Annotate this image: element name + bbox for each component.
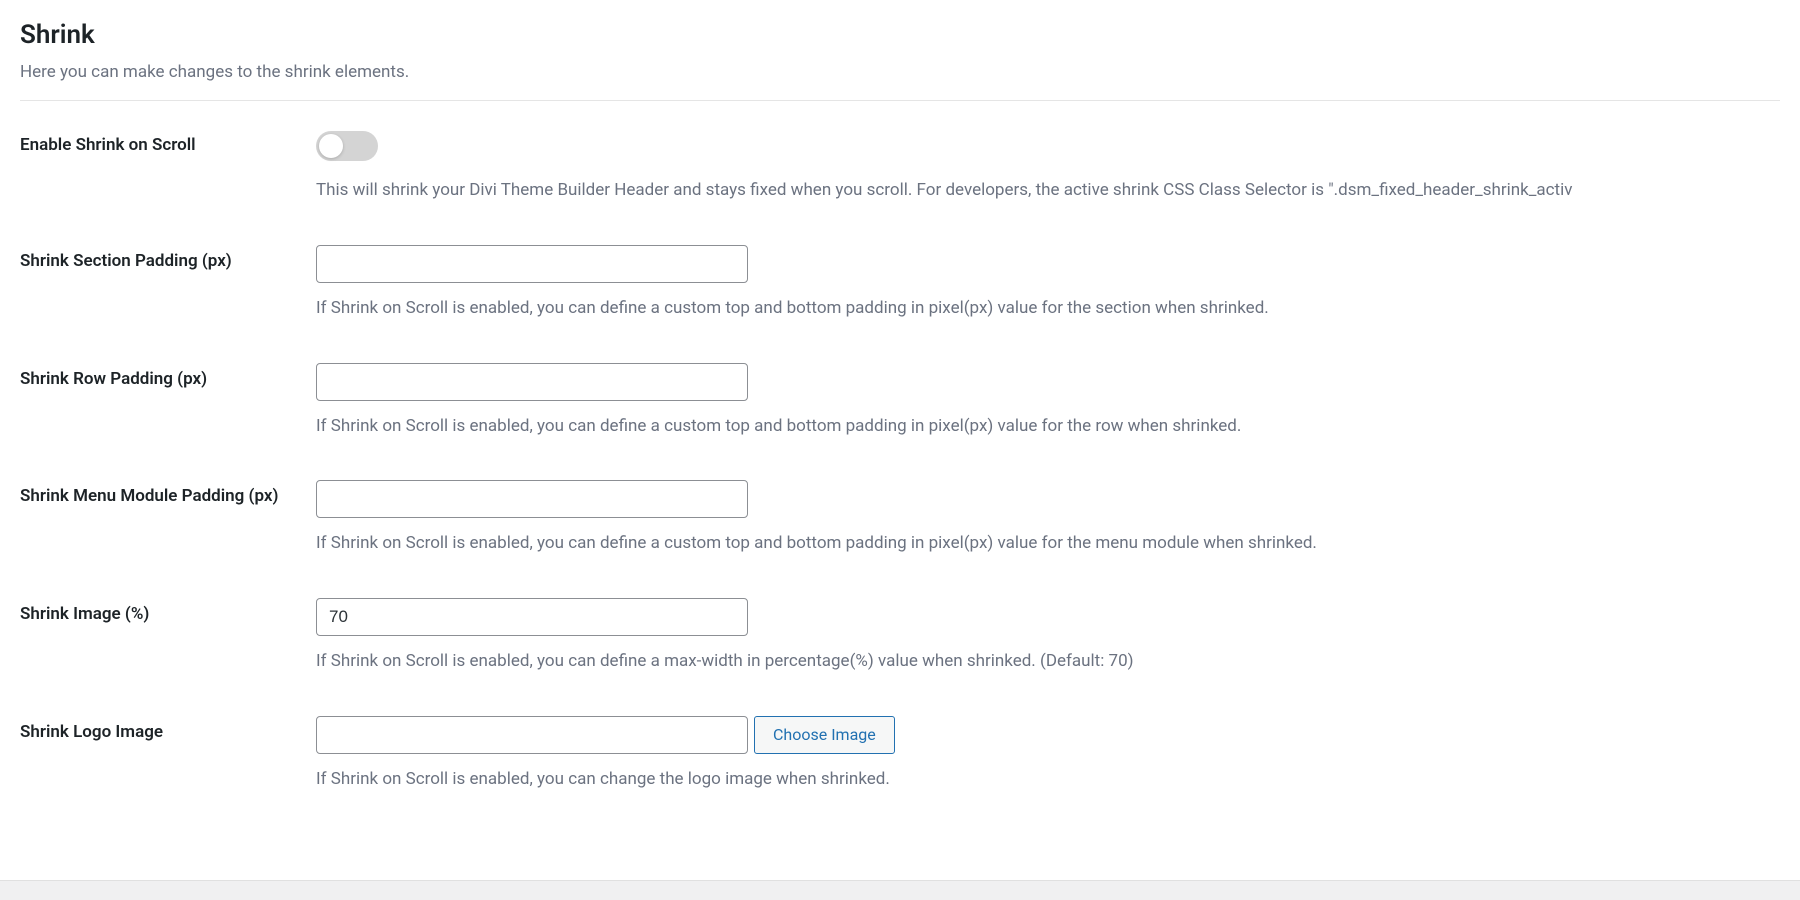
field-shrink-image: Shrink Image (%) If Shrink on Scroll is … xyxy=(20,598,1780,674)
description-row-padding: If Shrink on Scroll is enabled, you can … xyxy=(316,415,1780,439)
control-wrap-shrink-image: If Shrink on Scroll is enabled, you can … xyxy=(316,598,1780,674)
field-logo-image: Shrink Logo Image Choose Image If Shrink… xyxy=(20,716,1780,792)
field-section-padding: Shrink Section Padding (px) If Shrink on… xyxy=(20,245,1780,321)
input-shrink-image[interactable] xyxy=(316,598,748,636)
label-row-padding: Shrink Row Padding (px) xyxy=(20,363,316,389)
label-menu-padding: Shrink Menu Module Padding (px) xyxy=(20,480,316,506)
description-menu-padding: If Shrink on Scroll is enabled, you can … xyxy=(316,532,1780,556)
toggle-knob xyxy=(319,134,343,158)
control-wrap-section-padding: If Shrink on Scroll is enabled, you can … xyxy=(316,245,1780,321)
field-menu-padding: Shrink Menu Module Padding (px) If Shrin… xyxy=(20,480,1780,556)
field-row-padding: Shrink Row Padding (px) If Shrink on Scr… xyxy=(20,363,1780,439)
control-wrap-menu-padding: If Shrink on Scroll is enabled, you can … xyxy=(316,480,1780,556)
description-enable-shrink: This will shrink your Divi Theme Builder… xyxy=(316,179,1780,203)
bottom-bar xyxy=(0,880,1800,900)
control-wrap-row-padding: If Shrink on Scroll is enabled, you can … xyxy=(316,363,1780,439)
section-title: Shrink xyxy=(20,20,1780,50)
input-menu-padding[interactable] xyxy=(316,480,748,518)
label-enable-shrink: Enable Shrink on Scroll xyxy=(20,129,316,155)
description-logo-image: If Shrink on Scroll is enabled, you can … xyxy=(316,768,1780,792)
choose-image-button[interactable]: Choose Image xyxy=(754,716,895,754)
control-wrap-enable-shrink: This will shrink your Divi Theme Builder… xyxy=(316,129,1780,203)
label-logo-image: Shrink Logo Image xyxy=(20,716,316,742)
input-logo-image[interactable] xyxy=(316,716,748,754)
description-section-padding: If Shrink on Scroll is enabled, you can … xyxy=(316,297,1780,321)
section-description: Here you can make changes to the shrink … xyxy=(20,62,1780,82)
input-section-padding[interactable] xyxy=(316,245,748,283)
label-shrink-image: Shrink Image (%) xyxy=(20,598,316,624)
input-row-padding[interactable] xyxy=(316,363,748,401)
control-wrap-logo-image: Choose Image If Shrink on Scroll is enab… xyxy=(316,716,1780,792)
toggle-enable-shrink[interactable] xyxy=(316,131,378,161)
field-enable-shrink: Enable Shrink on Scroll This will shrink… xyxy=(20,129,1780,203)
image-input-row: Choose Image xyxy=(316,716,1780,754)
section-header: Shrink Here you can make changes to the … xyxy=(20,20,1780,101)
description-shrink-image: If Shrink on Scroll is enabled, you can … xyxy=(316,650,1780,674)
label-section-padding: Shrink Section Padding (px) xyxy=(20,245,316,271)
